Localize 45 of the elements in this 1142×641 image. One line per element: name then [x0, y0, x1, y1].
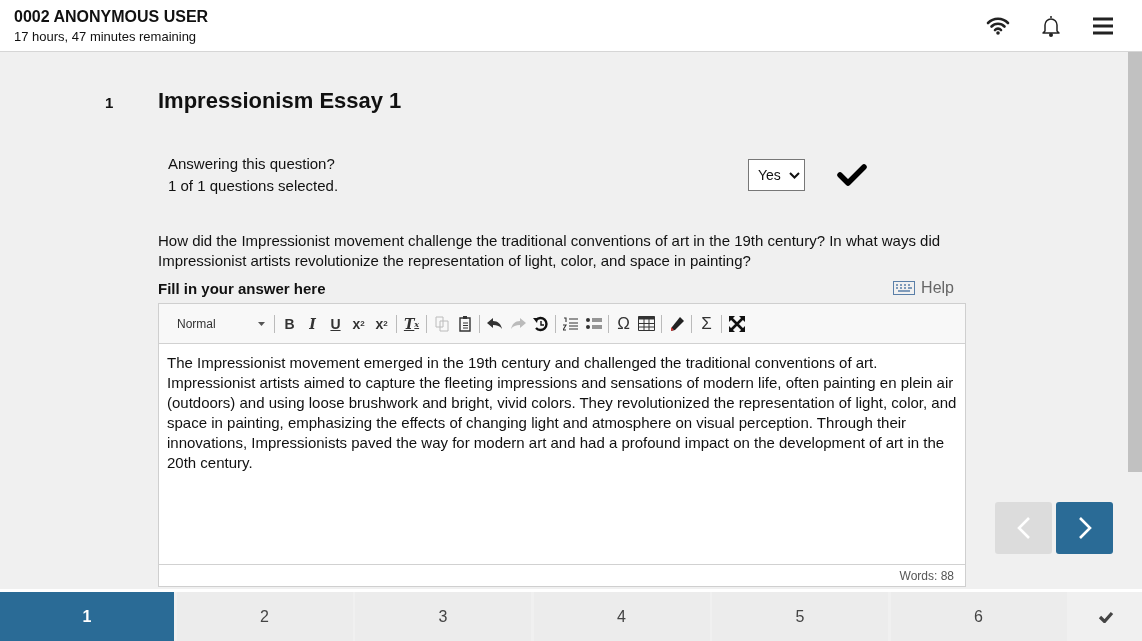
page-tab[interactable]: 3 [355, 592, 531, 641]
script-button[interactable]: x$^{2}$ [370, 311, 393, 336]
page-tab[interactable]: 1 [0, 592, 174, 641]
answer-editor[interactable]: The Impressionist movement emerged in the 19th century and challenged the traditional conventions of art. Impressionist artists aimed to capture the fleeting impressions and sensations of modern life, often painting en plein air (outdoors) and using loose brushwork and bright, vivid colors. They revolutionized the representation of light, color, and space in painting, emphasizing the effects of changing light and atmosphere on visual perception. Through their innovations, Impressionists paved the way for modern art and had a profound impact on the development of art in the 20th century. [159, 344, 965, 564]
bold-button[interactable]: B [278, 311, 301, 336]
question-prompt: How did the Impressionist movement challenge the traditional conventions of art in the 19th century? In what ways did Impressionist artists revolutionize the representation of light, color, and space in painting? [158, 231, 942, 271]
redo-icon [509, 317, 526, 330]
symbol-button[interactable]: Σ [695, 311, 718, 336]
wifi-icon[interactable] [986, 16, 1010, 35]
answer-label: Fill in your answer here [158, 279, 326, 297]
keyboard-icon [893, 281, 916, 295]
numbered-list-icon [562, 316, 579, 331]
caret-icon [258, 321, 265, 326]
undo-icon [486, 317, 503, 330]
menu-icon[interactable] [1092, 16, 1114, 35]
question-number: 1 [104, 94, 115, 111]
question-title: Impressionism Essay 1 [158, 88, 402, 114]
italic-button[interactable]: I [301, 311, 324, 336]
table-icon [638, 316, 655, 331]
page-tab[interactable]: 2 [176, 592, 353, 641]
page-tab[interactable]: 5 [712, 592, 888, 641]
copy-icon [434, 315, 449, 332]
format-dropdown[interactable]: Normal [167, 316, 271, 331]
symbol-button[interactable]: Ω [612, 311, 635, 336]
maximize-icon [728, 315, 745, 332]
word-count: Words: 88 [899, 568, 954, 583]
next-button[interactable] [1056, 502, 1113, 554]
help-link[interactable]: Help [893, 279, 954, 297]
paste-icon [457, 315, 472, 332]
user-name: 0002 ANONYMOUS USER [14, 7, 209, 26]
caret-icon [788, 171, 800, 179]
pencil-icon [668, 315, 685, 332]
time-remaining: 17 hours, 47 minutes remaining [14, 28, 198, 44]
page-tab[interactable]: 6 [890, 592, 1067, 641]
history-icon [532, 315, 549, 332]
answering-question-label: Answering this question? [168, 154, 336, 174]
answering-select[interactable]: Yes [748, 159, 805, 191]
questions-selected-count: 1 of 1 questions selected. [168, 176, 340, 196]
page-tab[interactable]: 4 [533, 592, 710, 641]
underline-button[interactable]: U [324, 311, 347, 336]
bell-icon[interactable] [1040, 13, 1062, 38]
bullet-list-icon [585, 316, 602, 331]
chevron-right-icon [1077, 516, 1092, 540]
chevron-left-icon [1016, 516, 1031, 540]
checkmark-icon [1097, 610, 1114, 623]
